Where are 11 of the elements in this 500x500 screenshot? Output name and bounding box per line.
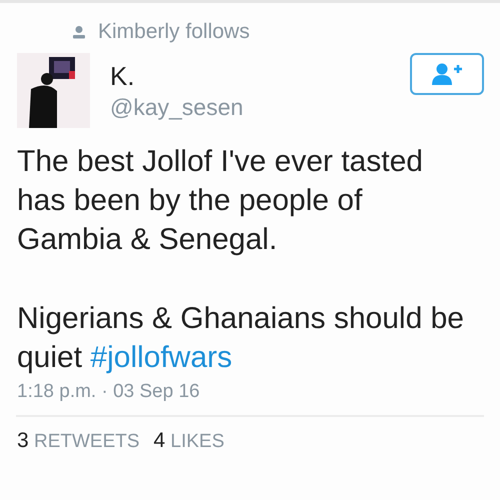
timestamp: 1:18 p.m. · 03 Sep 16 — [17, 381, 200, 403]
stat[interactable]: 3 RETWEETS — [17, 429, 140, 453]
social-context: Kimberly follows — [98, 20, 250, 44]
add-person-icon — [431, 63, 463, 85]
tweet-text: The best Jollof I've ever tasted has been by the people of Gambia & Senegal. — [17, 144, 424, 258]
stat[interactable]: 4 LIKES — [154, 429, 224, 453]
person-icon — [72, 25, 86, 39]
author-handle: @kay_sesen — [110, 93, 244, 122]
tweet-text: Nigerians & Ghanaians should be quiet #jollofwars — [17, 301, 464, 376]
author-name: K. — [110, 61, 136, 91]
follow-button[interactable] — [410, 53, 484, 95]
